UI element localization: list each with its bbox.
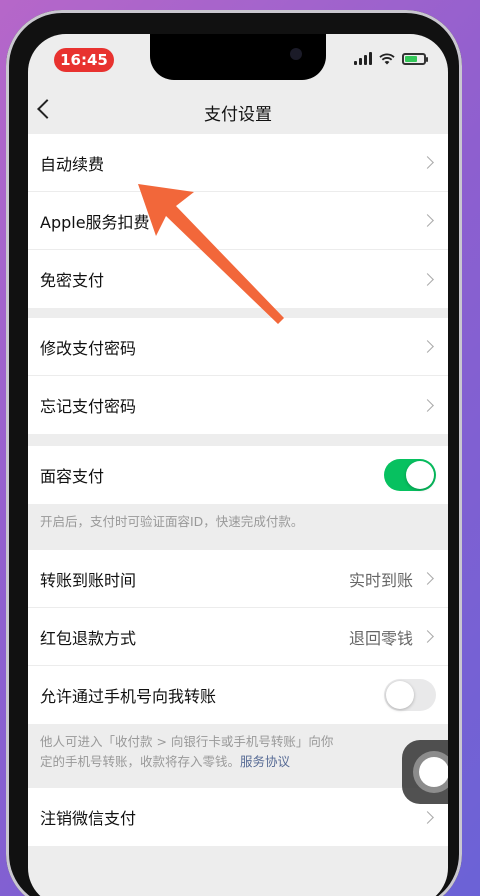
- row-label: 转账到账时间: [40, 570, 137, 590]
- battery-icon: [402, 52, 428, 65]
- row-label: 注销微信支付: [40, 809, 137, 828]
- face-pay-toggle[interactable]: [384, 459, 436, 491]
- page-title: 支付设置: [204, 105, 272, 125]
- service-agreement-link[interactable]: 服务协议: [240, 754, 290, 769]
- settings-group-face: 面容支付: [28, 446, 448, 504]
- phone-transfer-toggle[interactable]: [384, 679, 436, 711]
- row-change-password[interactable]: 修改支付密码: [28, 318, 448, 376]
- row-phone-transfer: 允许通过手机号向我转账: [28, 666, 448, 724]
- row-face-pay: 面容支付: [28, 446, 448, 504]
- row-label: 面容支付: [40, 467, 105, 486]
- row-label: 允许通过手机号向我转账: [40, 687, 217, 706]
- row-apple-service[interactable]: Apple服务扣费: [28, 192, 448, 250]
- assistive-touch-button[interactable]: [402, 740, 448, 804]
- chevron-right-icon: [421, 214, 434, 227]
- notch: [150, 34, 326, 80]
- row-redpacket-refund[interactable]: 红包退款方式 退回零钱: [28, 608, 448, 666]
- status-icons: [354, 52, 428, 65]
- settings-group-2: 修改支付密码 忘记支付密码: [28, 318, 448, 434]
- settings-group-4: 转账到账时间 实时到账 红包退款方式 退回零钱 允许通过手机号向我转账: [28, 550, 448, 724]
- chevron-right-icon: [421, 572, 434, 585]
- chevron-right-icon: [421, 398, 434, 412]
- row-value: 退回零钱: [348, 628, 413, 648]
- row-label: 忘记支付密码: [40, 397, 137, 416]
- signal-icon: [354, 52, 372, 65]
- row-auto-renew[interactable]: 自动续费: [28, 134, 448, 192]
- row-label: 自动续费: [40, 154, 105, 174]
- status-time: 16:45: [54, 48, 114, 72]
- phone-transfer-note: 他人可进入「收付款 > 向银行卡或手机号转账」向你 定的手机号转账，收款将存入零…: [40, 732, 436, 772]
- chevron-right-icon: [421, 630, 434, 643]
- screen: 16:45 支付设置 自动续费 Apple服务扣费 免密支付 修改支付密码 忘记…: [28, 34, 448, 896]
- row-label: Apple服务扣费: [40, 212, 150, 232]
- row-forgot-password[interactable]: 忘记支付密码: [28, 376, 448, 434]
- chevron-right-icon: [421, 340, 434, 353]
- row-value: 实时到账: [348, 570, 413, 590]
- row-label: 修改支付密码: [40, 338, 137, 358]
- chevron-right-icon: [421, 156, 434, 169]
- face-pay-note: 开启后，支付时可验证面容ID，快速完成付款。: [40, 514, 304, 529]
- phone-frame: 16:45 支付设置 自动续费 Apple服务扣费 免密支付 修改支付密码 忘记…: [6, 10, 462, 896]
- chevron-right-icon: [421, 272, 434, 286]
- settings-group-6: 注销微信支付: [28, 788, 448, 846]
- note-line-1: 他人可进入「收付款 > 向银行卡或手机号转账」向你: [40, 734, 334, 749]
- wifi-icon: [379, 52, 395, 64]
- row-cancel-wechat-pay[interactable]: 注销微信支付: [28, 788, 448, 846]
- nav-bar: 支付设置: [28, 88, 448, 132]
- row-label: 免密支付: [40, 271, 105, 290]
- row-transfer-time[interactable]: 转账到账时间 实时到账: [28, 550, 448, 608]
- note-line-2: 定的手机号转账，收款将存入零钱。: [40, 754, 241, 769]
- camera-icon: [290, 48, 302, 60]
- row-label: 红包退款方式: [40, 628, 137, 648]
- settings-group-1: 自动续费 Apple服务扣费 免密支付: [28, 134, 448, 308]
- row-password-free[interactable]: 免密支付: [28, 250, 448, 308]
- chevron-right-icon: [421, 810, 434, 824]
